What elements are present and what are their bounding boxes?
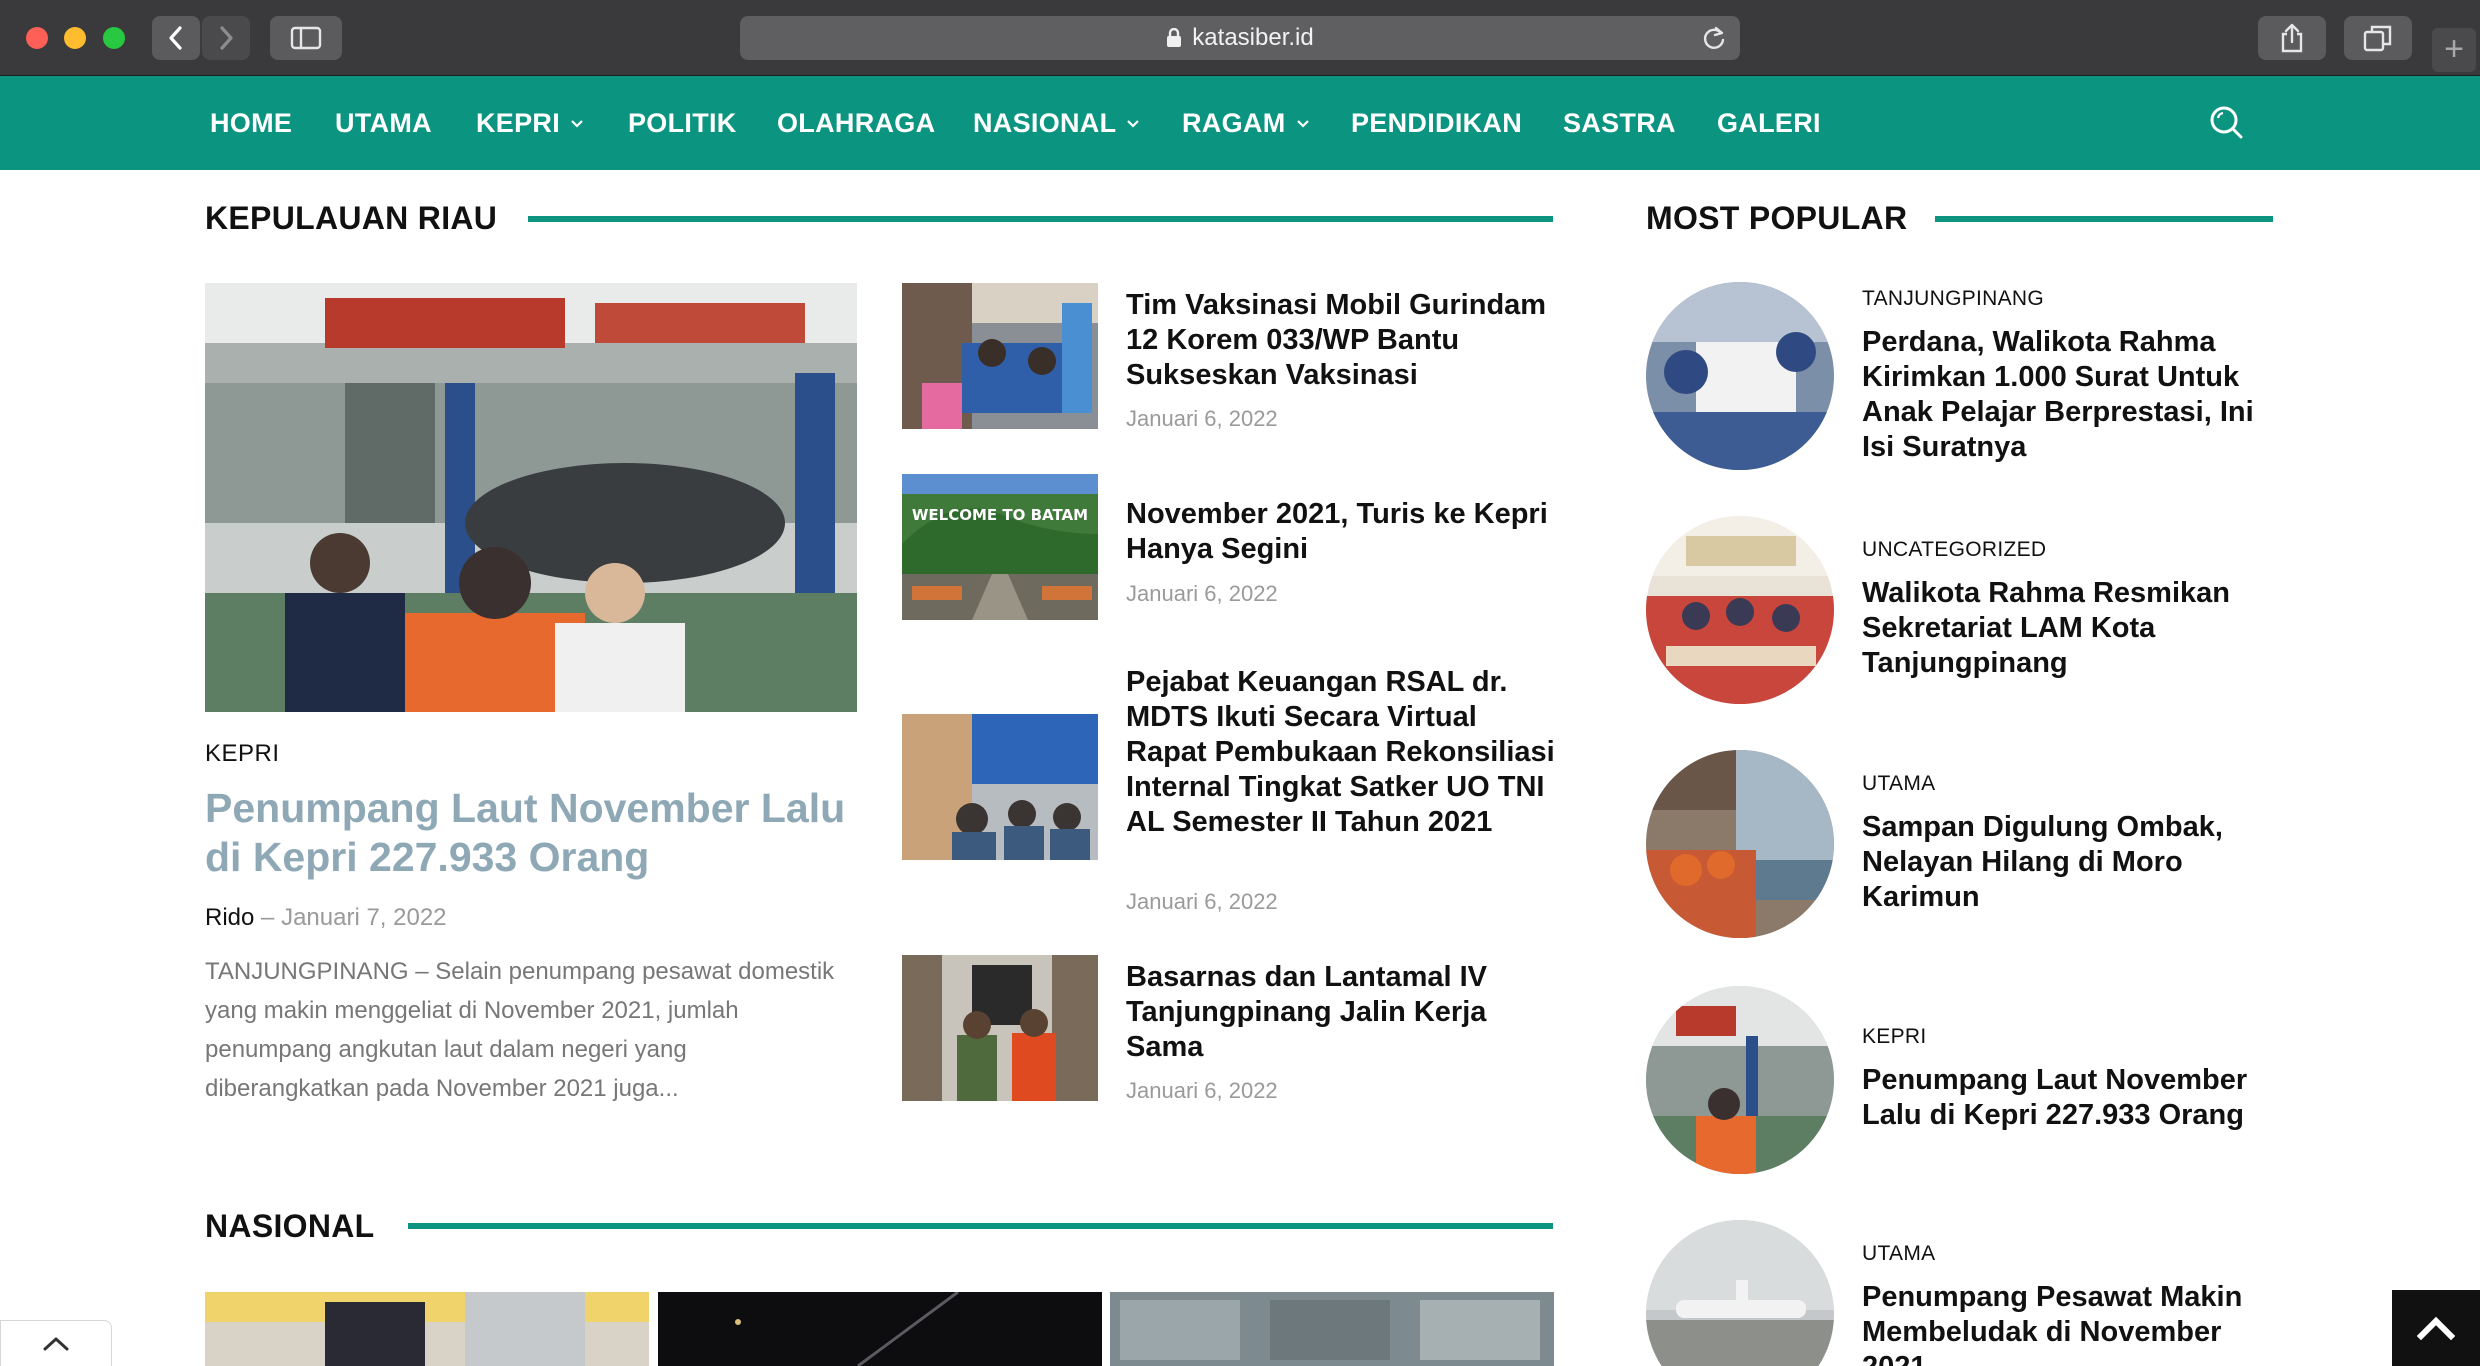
nasional-thumbnail[interactable] — [658, 1292, 1102, 1366]
section-title-popular: MOST POPULAR — [1646, 200, 1908, 236]
popular-title[interactable]: Penumpang Laut November Lalu di Kepri 22… — [1862, 1063, 2282, 1133]
popular-category[interactable]: TANJUNGPINANG — [1862, 287, 2044, 311]
featured-article-image[interactable] — [205, 283, 857, 712]
chevron-up-icon — [43, 1337, 69, 1350]
list-item-title[interactable]: Pejabat Keuangan RSAL dr. MDTS Ikuti Sec… — [1126, 665, 1556, 840]
list-item-thumbnail[interactable] — [902, 955, 1098, 1101]
featured-date: Januari 7, 2022 — [281, 904, 447, 931]
featured-author[interactable]: Rido — [205, 904, 254, 931]
section-title-kepri: KEPULAUAN RIAU — [205, 200, 498, 236]
featured-category[interactable]: KEPRI — [205, 740, 280, 768]
lock-icon — [1166, 28, 1182, 48]
popular-category[interactable]: KEPRI — [1862, 1025, 1927, 1049]
minimize-window-button[interactable] — [64, 27, 86, 49]
section-title-nasional: NASIONAL — [205, 1208, 375, 1244]
list-item-thumbnail[interactable]: WELCOME TO BATAM — [902, 474, 1098, 620]
popular-thumbnail[interactable] — [1646, 1220, 1834, 1366]
list-item-date: Januari 6, 2022 — [1126, 1078, 1278, 1103]
tab-overview-button[interactable] — [2344, 16, 2412, 60]
sidebar-icon — [290, 26, 322, 50]
featured-title[interactable]: Penumpang Laut November Lalu di Kepri 22… — [205, 784, 855, 882]
featured-excerpt: TANJUNGPINANG – Selain penumpang pesawat… — [205, 958, 835, 1102]
list-item-date: Januari 6, 2022 — [1126, 889, 1278, 914]
section-divider — [408, 1223, 1553, 1229]
list-item-date: Januari 6, 2022 — [1126, 406, 1278, 431]
new-tab-button[interactable]: + — [2432, 28, 2476, 72]
arrow-up-icon — [2416, 1316, 2456, 1341]
share-icon — [2281, 23, 2303, 53]
meta-separator: – — [261, 904, 275, 931]
chevron-down-icon — [570, 119, 584, 129]
popular-category[interactable]: UNCATEGORIZED — [1862, 538, 2046, 562]
popular-category[interactable]: UTAMA — [1862, 772, 1935, 796]
nav-item-galeri[interactable]: GALERI — [1717, 108, 1821, 139]
nasional-thumbnail[interactable] — [1110, 1292, 1554, 1366]
nav-item-ragam[interactable]: RAGAM — [1182, 108, 1310, 139]
chevron-down-icon — [1296, 119, 1310, 129]
popular-thumbnail[interactable] — [1646, 282, 1834, 470]
nasional-thumbnail[interactable] — [205, 1292, 649, 1366]
popular-title[interactable]: Penumpang Pesawat Makin Membeludak di No… — [1862, 1280, 2282, 1366]
back-button[interactable] — [152, 16, 200, 60]
nav-item-utama[interactable]: UTAMA — [335, 108, 432, 139]
popular-thumbnail[interactable] — [1646, 516, 1834, 704]
list-item-thumbnail[interactable] — [902, 283, 1098, 429]
close-window-button[interactable] — [26, 27, 48, 49]
popular-thumbnail[interactable] — [1646, 750, 1834, 938]
popular-title[interactable]: Perdana, Walikota Rahma Kirimkan 1.000 S… — [1862, 325, 2282, 465]
list-item-date: Januari 6, 2022 — [1126, 581, 1278, 606]
list-item-title[interactable]: November 2021, Turis ke Kepri Hanya Segi… — [1126, 497, 1556, 567]
forward-button[interactable] — [202, 16, 250, 60]
browser-toolbar: katasiber.id + — [0, 0, 2480, 76]
list-item-title[interactable]: Basarnas dan Lantamal IV Tanjungpinang J… — [1126, 960, 1556, 1065]
list-item-thumbnail[interactable] — [902, 714, 1098, 860]
back-to-top-button[interactable] — [2392, 1290, 2480, 1366]
share-button[interactable] — [2258, 16, 2326, 60]
nav-item-pendidikan[interactable]: PENDIDIKAN — [1351, 108, 1522, 139]
url-text: katasiber.id — [1192, 24, 1314, 51]
list-item-image-text: WELCOME TO BATAM — [912, 506, 1088, 524]
nav-item-politik[interactable]: POLITIK — [628, 108, 737, 139]
nav-item-sastra[interactable]: SASTRA — [1563, 108, 1676, 139]
popular-title[interactable]: Sampan Digulung Ombak, Nelayan Hilang di… — [1862, 810, 2282, 915]
address-bar[interactable]: katasiber.id — [740, 16, 1740, 60]
nav-item-olahraga[interactable]: OLAHRAGA — [777, 108, 935, 139]
chevron-right-icon — [220, 26, 233, 50]
reload-icon[interactable] — [1700, 24, 1728, 59]
tabs-icon — [2363, 25, 2392, 52]
search-icon[interactable] — [2206, 102, 2246, 142]
list-item-title[interactable]: Tim Vaksinasi Mobil Gurindam 12 Korem 03… — [1126, 288, 1556, 393]
main-nav: HOME UTAMA KEPRI POLITIK OLAHRAGA NASION… — [0, 76, 2480, 170]
chevron-down-icon — [1126, 119, 1140, 129]
zoom-window-button[interactable] — [103, 27, 125, 49]
nav-item-home[interactable]: HOME — [210, 108, 292, 139]
nav-item-kepri[interactable]: KEPRI — [476, 108, 584, 139]
featured-meta: Rido – Januari 7, 2022 — [205, 904, 447, 932]
section-divider — [1935, 216, 2273, 222]
section-divider — [528, 216, 1553, 222]
collapse-button[interactable] — [0, 1320, 112, 1366]
sidebar-toggle-button[interactable] — [270, 16, 342, 60]
popular-thumbnail[interactable] — [1646, 986, 1834, 1174]
chevron-left-icon — [169, 26, 182, 50]
popular-title[interactable]: Walikota Rahma Resmikan Sekretariat LAM … — [1862, 576, 2282, 681]
popular-category[interactable]: UTAMA — [1862, 1242, 1935, 1266]
nav-item-nasional[interactable]: NASIONAL — [973, 108, 1140, 139]
